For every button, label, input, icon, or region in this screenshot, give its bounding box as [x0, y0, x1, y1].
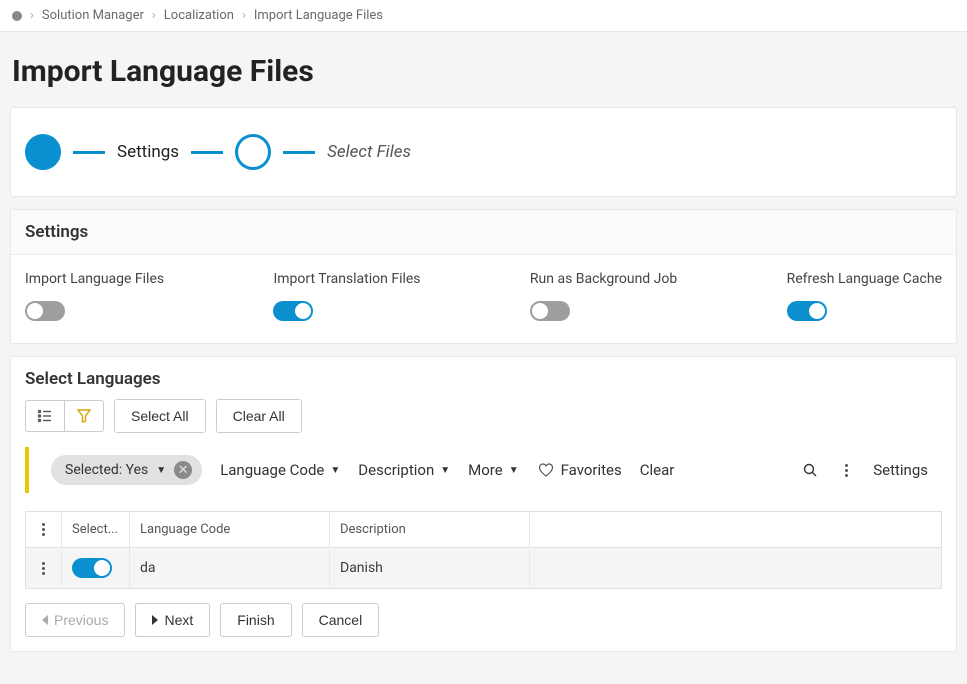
settings-button[interactable]: Settings: [873, 461, 928, 479]
select-languages-toolbar: Select All Clear All: [11, 399, 956, 447]
finish-button[interactable]: Finish: [220, 603, 291, 637]
next-label: Next: [164, 612, 193, 628]
setting-label: Import Translation Files: [273, 271, 420, 287]
setting-refresh-language-cache: Refresh Language Cache: [787, 271, 942, 321]
filter-item-label: Language Code: [220, 461, 324, 479]
chevron-right-icon: ›: [152, 8, 156, 23]
list-view-button[interactable]: [25, 400, 65, 432]
triangle-left-icon: [42, 615, 48, 625]
step-circle-settings[interactable]: [25, 134, 61, 170]
next-button[interactable]: Next: [135, 603, 210, 637]
breadcrumb: › Solution Manager › Localization › Impo…: [0, 0, 967, 32]
filter-button[interactable]: [65, 400, 104, 432]
caret-down-icon: ▼: [509, 465, 519, 476]
cancel-button[interactable]: Cancel: [302, 603, 380, 637]
breadcrumb-item-import-language-files[interactable]: Import Language Files: [254, 8, 383, 23]
languages-table: Select... Language Code Description da D…: [25, 511, 942, 589]
toggle-import-translation-files[interactable]: [273, 301, 313, 321]
filter-item-label: More: [468, 461, 503, 479]
row-selected-toggle[interactable]: [72, 558, 112, 578]
step-connector: [73, 151, 105, 154]
search-icon[interactable]: [801, 461, 819, 479]
toggle-import-language-files[interactable]: [25, 301, 65, 321]
setting-label: Refresh Language Cache: [787, 271, 942, 287]
step-label-select-files[interactable]: Select Files: [327, 142, 411, 162]
previous-button[interactable]: Previous: [25, 603, 125, 637]
step-connector: [283, 151, 315, 154]
row-description: Danish: [330, 550, 530, 586]
filter-item-label: Description: [358, 461, 434, 479]
setting-import-language-files: Import Language Files: [25, 271, 164, 321]
table-row: da Danish: [26, 548, 941, 589]
table-header-selected[interactable]: Select...: [62, 512, 130, 547]
heart-icon: [537, 461, 555, 479]
funnel-icon: [76, 408, 92, 424]
setting-label: Run as Background Job: [530, 271, 677, 287]
favorites-button[interactable]: Favorites: [537, 461, 622, 479]
toggle-run-as-background-job[interactable]: [530, 301, 570, 321]
select-languages-title: Select Languages: [11, 357, 956, 399]
filter-item-description[interactable]: Description ▼: [358, 461, 450, 479]
row-menu-button[interactable]: [26, 552, 62, 585]
row-language-code: da: [130, 550, 330, 586]
remove-chip-icon[interactable]: ✕: [174, 461, 192, 479]
table-header-menu[interactable]: [26, 512, 62, 547]
breadcrumb-item-localization[interactable]: Localization: [164, 8, 234, 23]
filter-item-more[interactable]: More ▼: [468, 461, 518, 479]
kebab-icon[interactable]: [837, 461, 855, 479]
favorites-label: Favorites: [561, 461, 622, 479]
settings-panel: Settings Import Language Files Import Tr…: [10, 209, 957, 344]
caret-down-icon: ▼: [440, 465, 450, 476]
kebab-icon: [42, 523, 45, 536]
toggle-refresh-language-cache[interactable]: [787, 301, 827, 321]
step-connector: [191, 151, 223, 154]
kebab-icon: [42, 562, 45, 575]
setting-import-translation-files: Import Translation Files: [273, 271, 420, 321]
step-circle-select-files[interactable]: [235, 134, 271, 170]
setting-run-as-background-job: Run as Background Job: [530, 271, 677, 321]
chevron-right-icon: ›: [30, 8, 34, 23]
triangle-right-icon: [152, 615, 158, 625]
caret-down-icon: ▼: [156, 465, 166, 476]
filter-bar: Selected: Yes ▼ ✕ Language Code ▼ Descri…: [25, 447, 942, 493]
table-header-description[interactable]: Description: [330, 512, 530, 547]
filter-chip-label: Selected: Yes: [65, 462, 148, 478]
filter-chip-selected[interactable]: Selected: Yes ▼ ✕: [51, 455, 202, 485]
select-all-button[interactable]: Select All: [114, 399, 206, 433]
setting-label: Import Language Files: [25, 271, 164, 287]
filter-item-language-code[interactable]: Language Code ▼: [220, 461, 340, 479]
clear-all-button[interactable]: Clear All: [216, 399, 302, 433]
breadcrumb-item-solution-manager[interactable]: Solution Manager: [42, 8, 144, 23]
table-header-language-code[interactable]: Language Code: [130, 512, 330, 547]
settings-panel-title: Settings: [11, 210, 956, 255]
row-spacer: [530, 558, 941, 578]
list-icon: [37, 408, 53, 424]
table-header-spacer: [530, 512, 941, 547]
page-title: Import Language Files: [12, 54, 955, 89]
stepper-card: Settings Select Files: [10, 107, 957, 197]
select-languages-panel: Select Languages Select All Clear All Se…: [10, 356, 957, 652]
caret-down-icon: ▼: [330, 465, 340, 476]
stepper: Settings Select Files: [11, 108, 956, 196]
wizard-footer: Previous Next Finish Cancel: [11, 589, 956, 637]
chevron-right-icon: ›: [242, 8, 246, 23]
previous-label: Previous: [54, 612, 108, 628]
clear-filters-button[interactable]: Clear: [640, 461, 675, 479]
step-label-settings[interactable]: Settings: [117, 142, 179, 162]
table-header-row: Select... Language Code Description: [26, 512, 941, 548]
breadcrumb-dot-icon: [12, 11, 22, 21]
